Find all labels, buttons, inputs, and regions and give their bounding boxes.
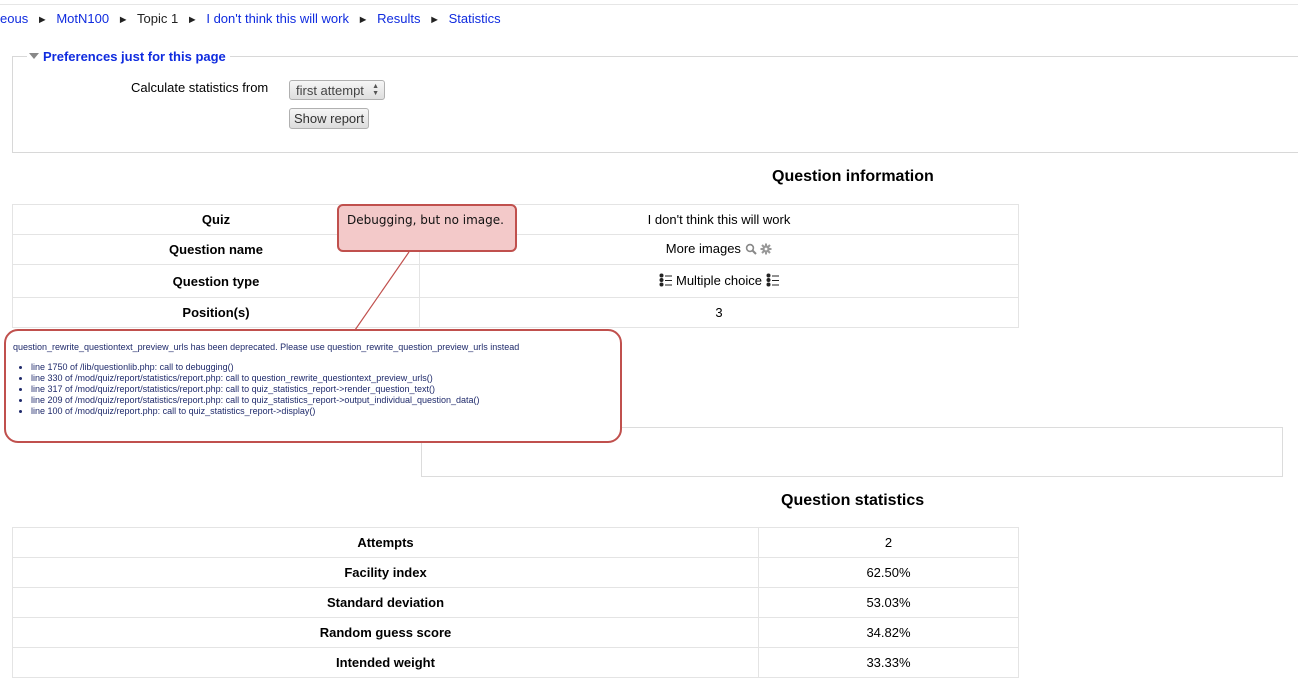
breadcrumb-item-course[interactable]: MotN100 bbox=[56, 11, 109, 26]
table-row: Random guess score 34.82% bbox=[12, 617, 1019, 648]
breadcrumb-item-statistics[interactable]: Statistics bbox=[449, 11, 501, 26]
backtrace-line: line 1750 of /lib/questionlib.php: call … bbox=[31, 362, 613, 373]
breadcrumb-item-eous[interactable]: eous bbox=[0, 11, 28, 26]
row-value: 53.03% bbox=[758, 587, 1019, 618]
question-information-heading: Question information bbox=[772, 168, 934, 185]
backtrace-line: line 100 of /mod/quiz/report.php: call t… bbox=[31, 406, 613, 417]
row-value-cell: Multiple choice bbox=[419, 264, 1019, 298]
search-icon[interactable] bbox=[745, 243, 757, 258]
gear-icon[interactable] bbox=[760, 243, 772, 258]
row-key: Facility index bbox=[12, 557, 759, 588]
question-statistics-heading: Question statistics bbox=[781, 492, 925, 509]
row-key: Question type bbox=[12, 264, 420, 298]
row-value: 2 bbox=[758, 527, 1019, 558]
table-row: Position(s) 3 bbox=[12, 297, 1019, 328]
preferences-fieldset bbox=[12, 56, 1298, 153]
row-key: Attempts bbox=[12, 527, 759, 558]
question-type-value: Multiple choice bbox=[676, 272, 762, 288]
table-row: Facility index 62.50% bbox=[12, 557, 1019, 588]
preferences-legend-label: Preferences just for this page bbox=[43, 49, 226, 64]
row-key: Standard deviation bbox=[12, 587, 759, 618]
row-value: 33.33% bbox=[758, 647, 1019, 678]
breadcrumb-separator: ► bbox=[36, 14, 48, 26]
row-value: 34.82% bbox=[758, 617, 1019, 648]
collapse-triangle-icon bbox=[29, 53, 39, 59]
calc-statistics-value: first attempt bbox=[296, 83, 364, 98]
breadcrumb-separator: ► bbox=[357, 14, 369, 26]
backtrace-line: line 330 of /mod/quiz/report/statistics/… bbox=[31, 373, 613, 384]
breadcrumb-separator: ► bbox=[186, 14, 198, 26]
table-row: Question type Multiple choice bbox=[12, 264, 1019, 298]
question-statistics-table: Attempts 2 Facility index 62.50% Standar… bbox=[12, 527, 1019, 678]
breadcrumb-separator: ► bbox=[117, 14, 129, 26]
annotation-callout: Debugging, but no image. bbox=[337, 204, 517, 252]
breadcrumb: eous ► MotN100 ► Topic 1 ► I don't think… bbox=[0, 11, 501, 26]
multichoice-icon bbox=[659, 273, 673, 290]
row-key: Random guess score bbox=[12, 617, 759, 648]
question-name-value: More images bbox=[665, 241, 741, 256]
table-row: Attempts 2 bbox=[12, 527, 1019, 558]
row-value: 3 bbox=[419, 297, 1019, 328]
row-key: Intended weight bbox=[12, 647, 759, 678]
debugging-message: question_rewrite_questiontext_preview_ur… bbox=[4, 329, 622, 443]
preferences-legend[interactable]: Preferences just for this page bbox=[27, 49, 230, 64]
multichoice-icon bbox=[766, 273, 779, 290]
backtrace-line: line 317 of /mod/quiz/report/statistics/… bbox=[31, 384, 613, 395]
breadcrumb-item-results[interactable]: Results bbox=[377, 11, 420, 26]
updown-arrows-icon: ▲ ▼ bbox=[372, 83, 379, 97]
page-top-border bbox=[0, 0, 1298, 5]
debug-backtrace: line 1750 of /lib/questionlib.php: call … bbox=[13, 362, 613, 417]
row-value: 62.50% bbox=[758, 557, 1019, 588]
show-report-button[interactable]: Show report bbox=[289, 108, 370, 129]
table-row: Standard deviation 53.03% bbox=[12, 587, 1019, 618]
table-row: Intended weight 33.33% bbox=[12, 647, 1019, 678]
debug-message-text: question_rewrite_questiontext_preview_ur… bbox=[13, 342, 520, 352]
calc-statistics-label: Calculate statistics from bbox=[131, 80, 269, 95]
breadcrumb-item-quiz[interactable]: I don't think this will work bbox=[206, 11, 349, 26]
breadcrumb-separator: ► bbox=[429, 14, 441, 26]
backtrace-line: line 209 of /mod/quiz/report/statistics/… bbox=[31, 395, 613, 406]
row-key: Position(s) bbox=[12, 297, 420, 328]
calc-statistics-select[interactable]: first attempt ▲ ▼ bbox=[289, 80, 385, 100]
breadcrumb-item-topic: Topic 1 bbox=[137, 11, 179, 26]
